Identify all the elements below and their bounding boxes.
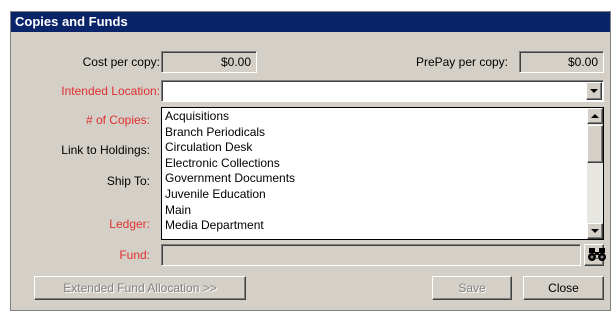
- dropdown-scrollbar[interactable]: [587, 108, 603, 239]
- intended-location-label: Intended Location:: [61, 84, 160, 98]
- intended-location-combobox[interactable]: [161, 80, 604, 102]
- dropdown-option[interactable]: Main: [164, 203, 586, 219]
- arrow-up-icon: [591, 114, 599, 118]
- prepay-per-copy-label: PrePay per copy:: [415, 55, 508, 69]
- intended-location-dropdown-list[interactable]: Acquisitions Branch Periodicals Circulat…: [161, 107, 604, 240]
- link-to-holdings-label: Link to Holdings:: [61, 143, 150, 157]
- arrow-down-icon: [591, 229, 599, 233]
- ship-to-label: Ship To:: [106, 174, 150, 188]
- dropdown-option[interactable]: Acquisitions: [164, 109, 586, 125]
- dropdown-option[interactable]: Circulation Desk: [164, 140, 586, 156]
- fund-field: [161, 244, 581, 266]
- scroll-up-button[interactable]: [587, 108, 603, 124]
- extended-fund-allocation-button[interactable]: Extended Fund Allocation >>: [34, 276, 246, 300]
- scroll-down-button[interactable]: [587, 223, 603, 239]
- save-button[interactable]: Save: [432, 276, 512, 300]
- close-button[interactable]: Close: [523, 276, 604, 300]
- dialog-title: Copies and Funds: [11, 12, 610, 32]
- fund-label: Fund:: [119, 248, 150, 262]
- dropdown-option[interactable]: Electronic Collections: [164, 156, 586, 172]
- cost-per-copy-field: $0.00: [161, 51, 257, 73]
- copies-and-funds-dialog: Copies and Funds Cost per copy: $0.00 Pr…: [10, 11, 611, 311]
- cost-per-copy-label: Cost per copy:: [82, 55, 160, 69]
- dropdown-options: Acquisitions Branch Periodicals Circulat…: [164, 109, 586, 234]
- num-copies-label: # of Copies:: [85, 113, 150, 127]
- find-button[interactable]: [586, 245, 608, 265]
- intended-location-dropdown-button[interactable]: [586, 82, 602, 100]
- dropdown-option[interactable]: Branch Periodicals: [164, 125, 586, 141]
- ledger-label: Ledger:: [109, 217, 150, 231]
- binoculars-icon: [588, 248, 606, 261]
- dropdown-option[interactable]: Government Documents: [164, 171, 586, 187]
- dropdown-option[interactable]: Juvenile Education: [164, 187, 586, 203]
- prepay-per-copy-field: $0.00: [519, 51, 604, 73]
- dropdown-option[interactable]: Media Department: [164, 218, 586, 234]
- scroll-thumb[interactable]: [587, 125, 603, 163]
- chevron-down-icon: [590, 89, 598, 93]
